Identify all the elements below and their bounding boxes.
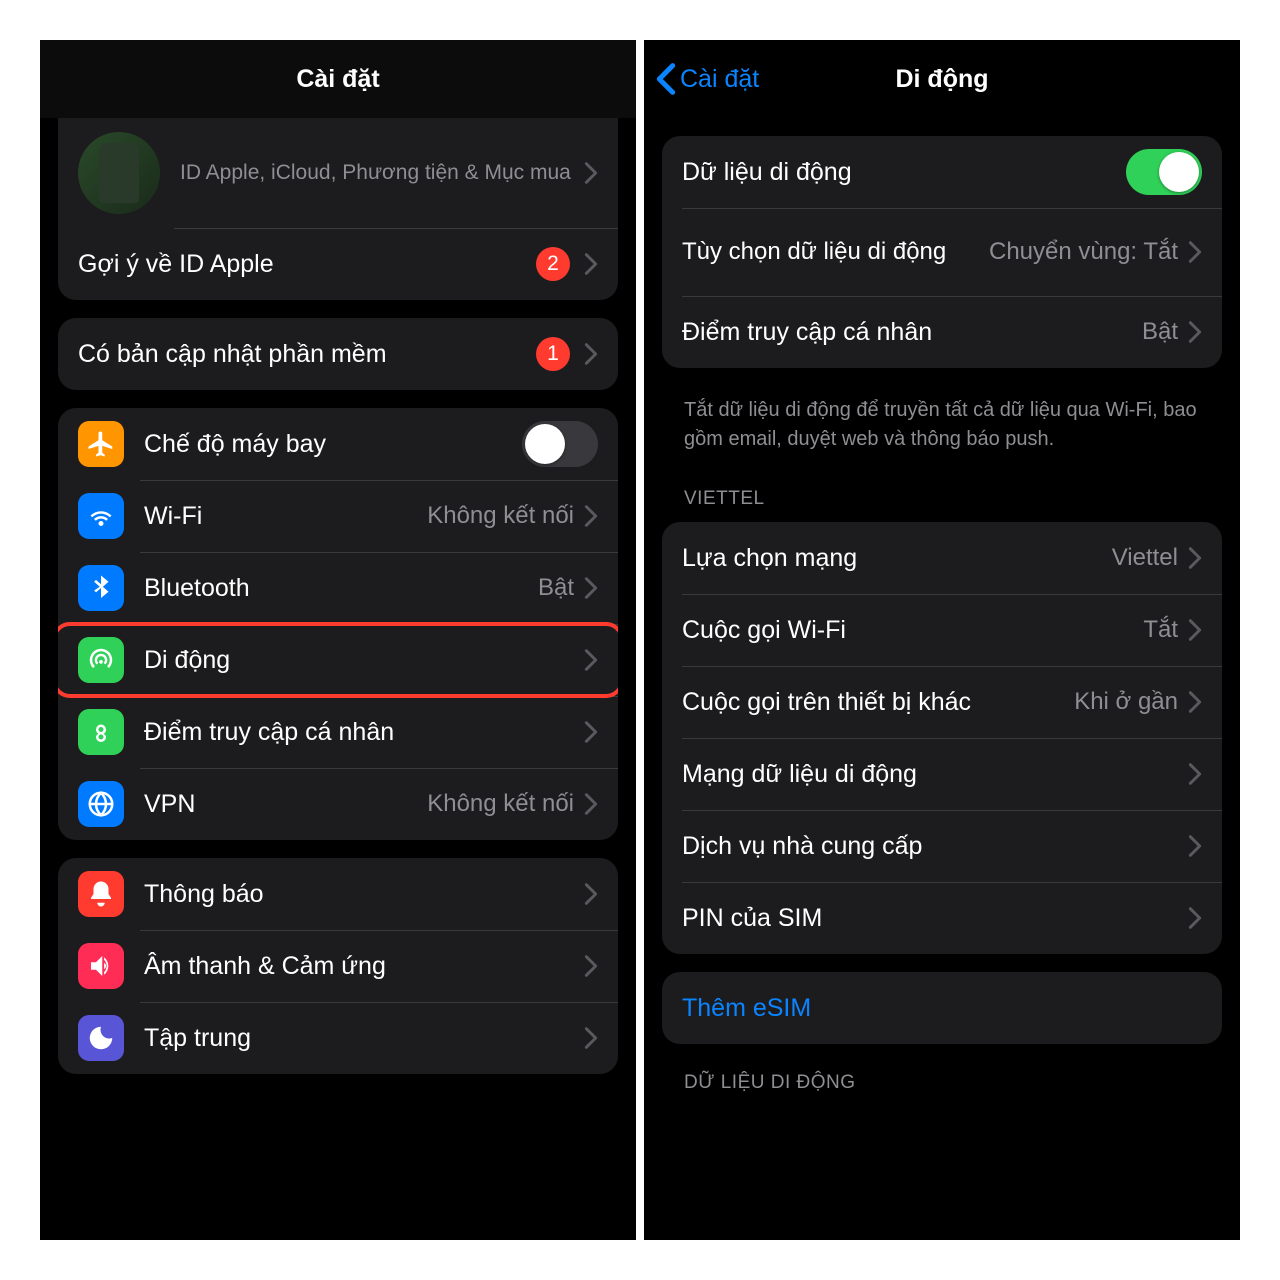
apple-id-profile-row[interactable]: ID Apple, iCloud, Phương tiện & Mục mua [58, 118, 618, 228]
avatar [78, 132, 160, 214]
row-value: Chuyển vùng: Tắt [989, 238, 1178, 266]
badge: 2 [536, 247, 570, 281]
chevron-right-icon [1188, 320, 1202, 344]
chevron-right-icon [584, 720, 598, 744]
chevron-right-icon [1188, 690, 1202, 714]
chevron-right-icon [584, 954, 598, 978]
row-label: Cuộc gọi Wi-Fi [682, 616, 1143, 645]
chevron-right-icon [584, 161, 598, 185]
apple-id-suggestions-row[interactable]: Gợi ý về ID Apple 2 [58, 228, 618, 300]
cellular-icon [78, 637, 124, 683]
vpn-icon [78, 781, 124, 827]
row-label: Cuộc gọi trên thiết bị khác [682, 688, 1074, 717]
data-options-row[interactable]: Tùy chọn dữ liệu di động Chuyển vùng: Tắ… [662, 208, 1222, 296]
section-header-data: DỮ LIỆU DI ĐỘNG [662, 1062, 1222, 1100]
chevron-right-icon [584, 576, 598, 600]
back-label: Cài đặt [680, 65, 759, 94]
row-label: Mạng dữ liệu di động [682, 760, 1188, 789]
page-title: Cài đặt [296, 65, 379, 94]
wifi-icon [78, 493, 124, 539]
row-label: Gợi ý về ID Apple [78, 250, 536, 279]
row-value: Không kết nối [427, 502, 574, 530]
chevron-right-icon [1188, 834, 1202, 858]
chevron-right-icon [584, 252, 598, 276]
notifications-icon [78, 871, 124, 917]
calls-other-devices-row[interactable]: Cuộc gọi trên thiết bị khác Khi ở gần [662, 666, 1222, 738]
airplane-toggle[interactable] [522, 421, 598, 467]
chevron-right-icon [1188, 240, 1202, 264]
carrier-services-row[interactable]: Dịch vụ nhà cung cấp [662, 810, 1222, 882]
notifications-row[interactable]: Thông báo [58, 858, 618, 930]
focus-row[interactable]: Tập trung [58, 1002, 618, 1074]
focus-icon [78, 1015, 124, 1061]
row-label: Dữ liệu di động [682, 158, 1126, 187]
mobile-data-row[interactable]: Dữ liệu di động [662, 136, 1222, 208]
wifi-calling-row[interactable]: Cuộc gọi Wi-Fi Tắt [662, 594, 1222, 666]
settings-screen: Cài đặt ID Apple, iCloud, Phương tiện & … [40, 40, 636, 1240]
section-header-carrier: VIETTEL [662, 478, 1222, 516]
row-label: Bluetooth [144, 574, 538, 603]
software-update-row[interactable]: Có bản cập nhật phần mềm 1 [58, 318, 618, 390]
row-label: Lựa chọn mạng [682, 544, 1112, 573]
wifi-row[interactable]: Wi-Fi Không kết nối [58, 480, 618, 552]
badge: 1 [536, 337, 570, 371]
sim-pin-row[interactable]: PIN của SIM [662, 882, 1222, 954]
row-value: Bật [1142, 318, 1178, 346]
bluetooth-row[interactable]: Bluetooth Bật [58, 552, 618, 624]
footer-text: Tắt dữ liệu di động để truyền tất cả dữ … [662, 386, 1222, 478]
row-value: Bật [538, 574, 574, 602]
row-label: Thêm eSIM [682, 994, 1202, 1023]
row-label: VPN [144, 790, 427, 819]
hotspot-icon [78, 709, 124, 755]
row-label: Di động [144, 646, 584, 675]
profile-subtitle: ID Apple, iCloud, Phương tiện & Mục mua [180, 159, 584, 186]
chevron-right-icon [584, 648, 598, 672]
chevron-right-icon [584, 882, 598, 906]
network-selection-row[interactable]: Lựa chọn mạng Viettel [662, 522, 1222, 594]
bluetooth-icon [78, 565, 124, 611]
cellular-row[interactable]: Di động [58, 624, 618, 696]
header: Cài đặt [40, 40, 636, 118]
chevron-right-icon [1188, 762, 1202, 786]
row-label: Wi-Fi [144, 502, 427, 531]
row-value: Không kết nối [427, 790, 574, 818]
chevron-right-icon [584, 342, 598, 366]
chevron-right-icon [584, 1026, 598, 1050]
chevron-right-icon [584, 792, 598, 816]
row-label: Điểm truy cập cá nhân [682, 318, 1142, 347]
hotspot-row[interactable]: Điểm truy cập cá nhân [58, 696, 618, 768]
chevron-right-icon [584, 504, 598, 528]
row-label: Có bản cập nhật phần mềm [78, 340, 536, 369]
row-label: Dịch vụ nhà cung cấp [682, 832, 1188, 861]
page-title: Di động [895, 65, 988, 94]
sounds-icon [78, 943, 124, 989]
mobile-data-toggle[interactable] [1126, 149, 1202, 195]
sounds-row[interactable]: Âm thanh & Cảm ứng [58, 930, 618, 1002]
back-button[interactable]: Cài đặt [656, 62, 759, 96]
row-label: Âm thanh & Cảm ứng [144, 952, 584, 981]
row-value: Viettel [1112, 544, 1178, 572]
row-label: Chế độ máy bay [144, 430, 522, 459]
row-value: Tắt [1143, 616, 1178, 644]
row-label: PIN của SIM [682, 904, 1188, 933]
chevron-right-icon [1188, 618, 1202, 642]
vpn-row[interactable]: VPN Không kết nối [58, 768, 618, 840]
cellular-screen: Cài đặt Di động Dữ liệu di động Tùy chọn… [644, 40, 1240, 1240]
row-label: Thông báo [144, 880, 584, 909]
add-esim-row[interactable]: Thêm eSIM [662, 972, 1222, 1044]
chevron-right-icon [1188, 546, 1202, 570]
header: Cài đặt Di động [644, 40, 1240, 118]
chevron-right-icon [1188, 906, 1202, 930]
row-label: Tùy chọn dữ liệu di động [682, 237, 989, 267]
airplane-icon [78, 421, 124, 467]
mobile-data-network-row[interactable]: Mạng dữ liệu di động [662, 738, 1222, 810]
row-label: Điểm truy cập cá nhân [144, 718, 584, 747]
hotspot-row[interactable]: Điểm truy cập cá nhân Bật [662, 296, 1222, 368]
airplane-mode-row[interactable]: Chế độ máy bay [58, 408, 618, 480]
row-value: Khi ở gần [1074, 688, 1178, 716]
row-label: Tập trung [144, 1024, 584, 1053]
